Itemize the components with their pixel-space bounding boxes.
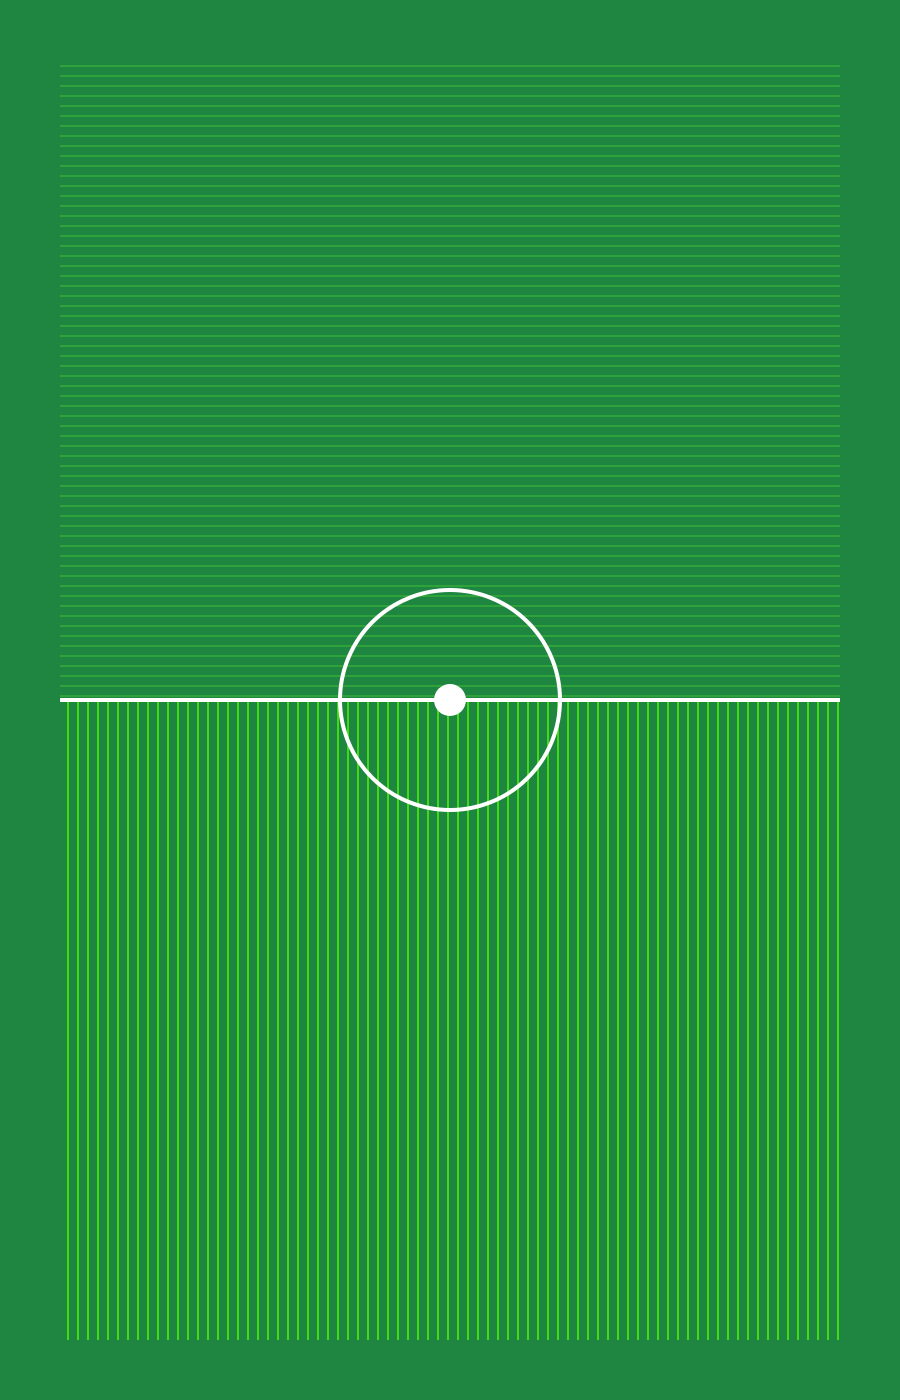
- pitch: [0, 0, 900, 1400]
- page: [0, 0, 900, 1400]
- center-spot: [434, 684, 466, 716]
